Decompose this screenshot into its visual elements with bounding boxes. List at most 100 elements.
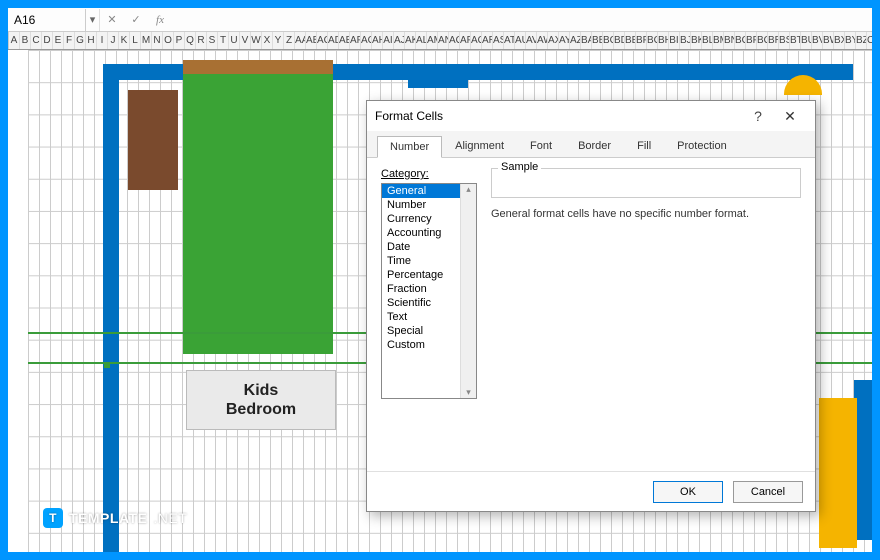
- column-header[interactable]: AW: [537, 32, 548, 49]
- column-header[interactable]: BV: [812, 32, 823, 49]
- column-header[interactable]: I: [97, 32, 108, 49]
- column-header[interactable]: AD: [328, 32, 339, 49]
- column-header[interactable]: AC: [317, 32, 328, 49]
- name-box[interactable]: A16: [8, 9, 86, 31]
- column-header[interactable]: F: [64, 32, 75, 49]
- dialog-titlebar[interactable]: Format Cells ? ✕: [367, 101, 815, 131]
- column-header[interactable]: E: [53, 32, 64, 49]
- column-header[interactable]: B: [20, 32, 31, 49]
- column-header[interactable]: BT: [790, 32, 801, 49]
- column-header[interactable]: BZ: [856, 32, 867, 49]
- column-header[interactable]: BG: [647, 32, 658, 49]
- column-header[interactable]: AU: [515, 32, 526, 49]
- column-header[interactable]: BQ: [757, 32, 768, 49]
- tab-alignment[interactable]: Alignment: [442, 135, 517, 157]
- scroll-up-icon[interactable]: ▴: [466, 184, 471, 195]
- column-header[interactable]: Z: [284, 32, 295, 49]
- column-header[interactable]: BE: [625, 32, 636, 49]
- column-header[interactable]: AM: [427, 32, 438, 49]
- column-header[interactable]: S: [207, 32, 218, 49]
- room-label-kids-bedroom[interactable]: Kids Bedroom: [186, 370, 336, 430]
- tab-protection[interactable]: Protection: [664, 135, 740, 157]
- column-header[interactable]: BO: [735, 32, 746, 49]
- column-header[interactable]: AR: [482, 32, 493, 49]
- tab-font[interactable]: Font: [517, 135, 565, 157]
- column-header[interactable]: AK: [405, 32, 416, 49]
- dialog-help-button[interactable]: ?: [743, 108, 773, 124]
- column-header[interactable]: AF: [350, 32, 361, 49]
- column-header[interactable]: AQ: [471, 32, 482, 49]
- column-header[interactable]: T: [218, 32, 229, 49]
- column-header[interactable]: CA: [867, 32, 872, 49]
- insert-function-icon[interactable]: fx: [148, 9, 172, 31]
- column-header[interactable]: BA: [581, 32, 592, 49]
- column-header[interactable]: BD: [614, 32, 625, 49]
- name-box-dropdown-icon[interactable]: ▾: [86, 9, 100, 31]
- column-header[interactable]: AY: [559, 32, 570, 49]
- cancel-button[interactable]: Cancel: [733, 481, 803, 503]
- column-header[interactable]: AA: [295, 32, 306, 49]
- column-header[interactable]: BI: [669, 32, 680, 49]
- column-header[interactable]: D: [42, 32, 53, 49]
- column-header[interactable]: BU: [801, 32, 812, 49]
- column-header[interactable]: AJ: [394, 32, 405, 49]
- column-header[interactable]: AN: [438, 32, 449, 49]
- column-header[interactable]: Y: [273, 32, 284, 49]
- column-header[interactable]: BF: [636, 32, 647, 49]
- scroll-down-icon[interactable]: ▾: [466, 387, 471, 398]
- column-header[interactable]: Q: [185, 32, 196, 49]
- column-header[interactable]: C: [31, 32, 42, 49]
- column-header[interactable]: BW: [823, 32, 834, 49]
- column-header[interactable]: AZ: [570, 32, 581, 49]
- column-header[interactable]: BB: [592, 32, 603, 49]
- column-header[interactable]: AG: [361, 32, 372, 49]
- column-header[interactable]: AT: [504, 32, 515, 49]
- column-header[interactable]: AB: [306, 32, 317, 49]
- column-header[interactable]: AS: [493, 32, 504, 49]
- column-header[interactable]: K: [119, 32, 130, 49]
- dialog-close-button[interactable]: ✕: [773, 108, 807, 125]
- column-header[interactable]: BC: [603, 32, 614, 49]
- column-header[interactable]: AI: [383, 32, 394, 49]
- column-header[interactable]: AO: [449, 32, 460, 49]
- column-header[interactable]: AV: [526, 32, 537, 49]
- column-header[interactable]: BK: [691, 32, 702, 49]
- column-header[interactable]: W: [251, 32, 262, 49]
- column-header[interactable]: BR: [768, 32, 779, 49]
- column-header[interactable]: BY: [845, 32, 856, 49]
- column-header[interactable]: U: [229, 32, 240, 49]
- column-header[interactable]: N: [152, 32, 163, 49]
- column-header[interactable]: M: [141, 32, 152, 49]
- column-header[interactable]: BS: [779, 32, 790, 49]
- tab-number[interactable]: Number: [377, 136, 442, 158]
- listbox-scrollbar[interactable]: ▴▾: [460, 184, 476, 398]
- column-header[interactable]: V: [240, 32, 251, 49]
- column-header[interactable]: G: [75, 32, 86, 49]
- column-header[interactable]: O: [163, 32, 174, 49]
- column-header[interactable]: H: [86, 32, 97, 49]
- ok-button[interactable]: OK: [653, 481, 723, 503]
- column-header[interactable]: X: [262, 32, 273, 49]
- column-header[interactable]: L: [130, 32, 141, 49]
- column-header[interactable]: BP: [746, 32, 757, 49]
- column-header[interactable]: BJ: [680, 32, 691, 49]
- column-header[interactable]: J: [108, 32, 119, 49]
- column-header[interactable]: BN: [724, 32, 735, 49]
- column-header[interactable]: R: [196, 32, 207, 49]
- confirm-formula-icon[interactable]: ✓: [124, 9, 148, 31]
- column-header[interactable]: A: [9, 32, 20, 49]
- column-header[interactable]: P: [174, 32, 185, 49]
- column-header[interactable]: AX: [548, 32, 559, 49]
- column-header[interactable]: AE: [339, 32, 350, 49]
- category-listbox[interactable]: GeneralNumberCurrencyAccountingDateTimeP…: [381, 183, 477, 399]
- column-header[interactable]: BH: [658, 32, 669, 49]
- column-header[interactable]: BX: [834, 32, 845, 49]
- tab-fill[interactable]: Fill: [624, 135, 664, 157]
- column-header[interactable]: BM: [713, 32, 724, 49]
- column-header[interactable]: AL: [416, 32, 427, 49]
- cancel-formula-icon[interactable]: ✕: [100, 9, 124, 31]
- column-header[interactable]: BL: [702, 32, 713, 49]
- column-header[interactable]: AH: [372, 32, 383, 49]
- column-header[interactable]: AP: [460, 32, 471, 49]
- tab-border[interactable]: Border: [565, 135, 624, 157]
